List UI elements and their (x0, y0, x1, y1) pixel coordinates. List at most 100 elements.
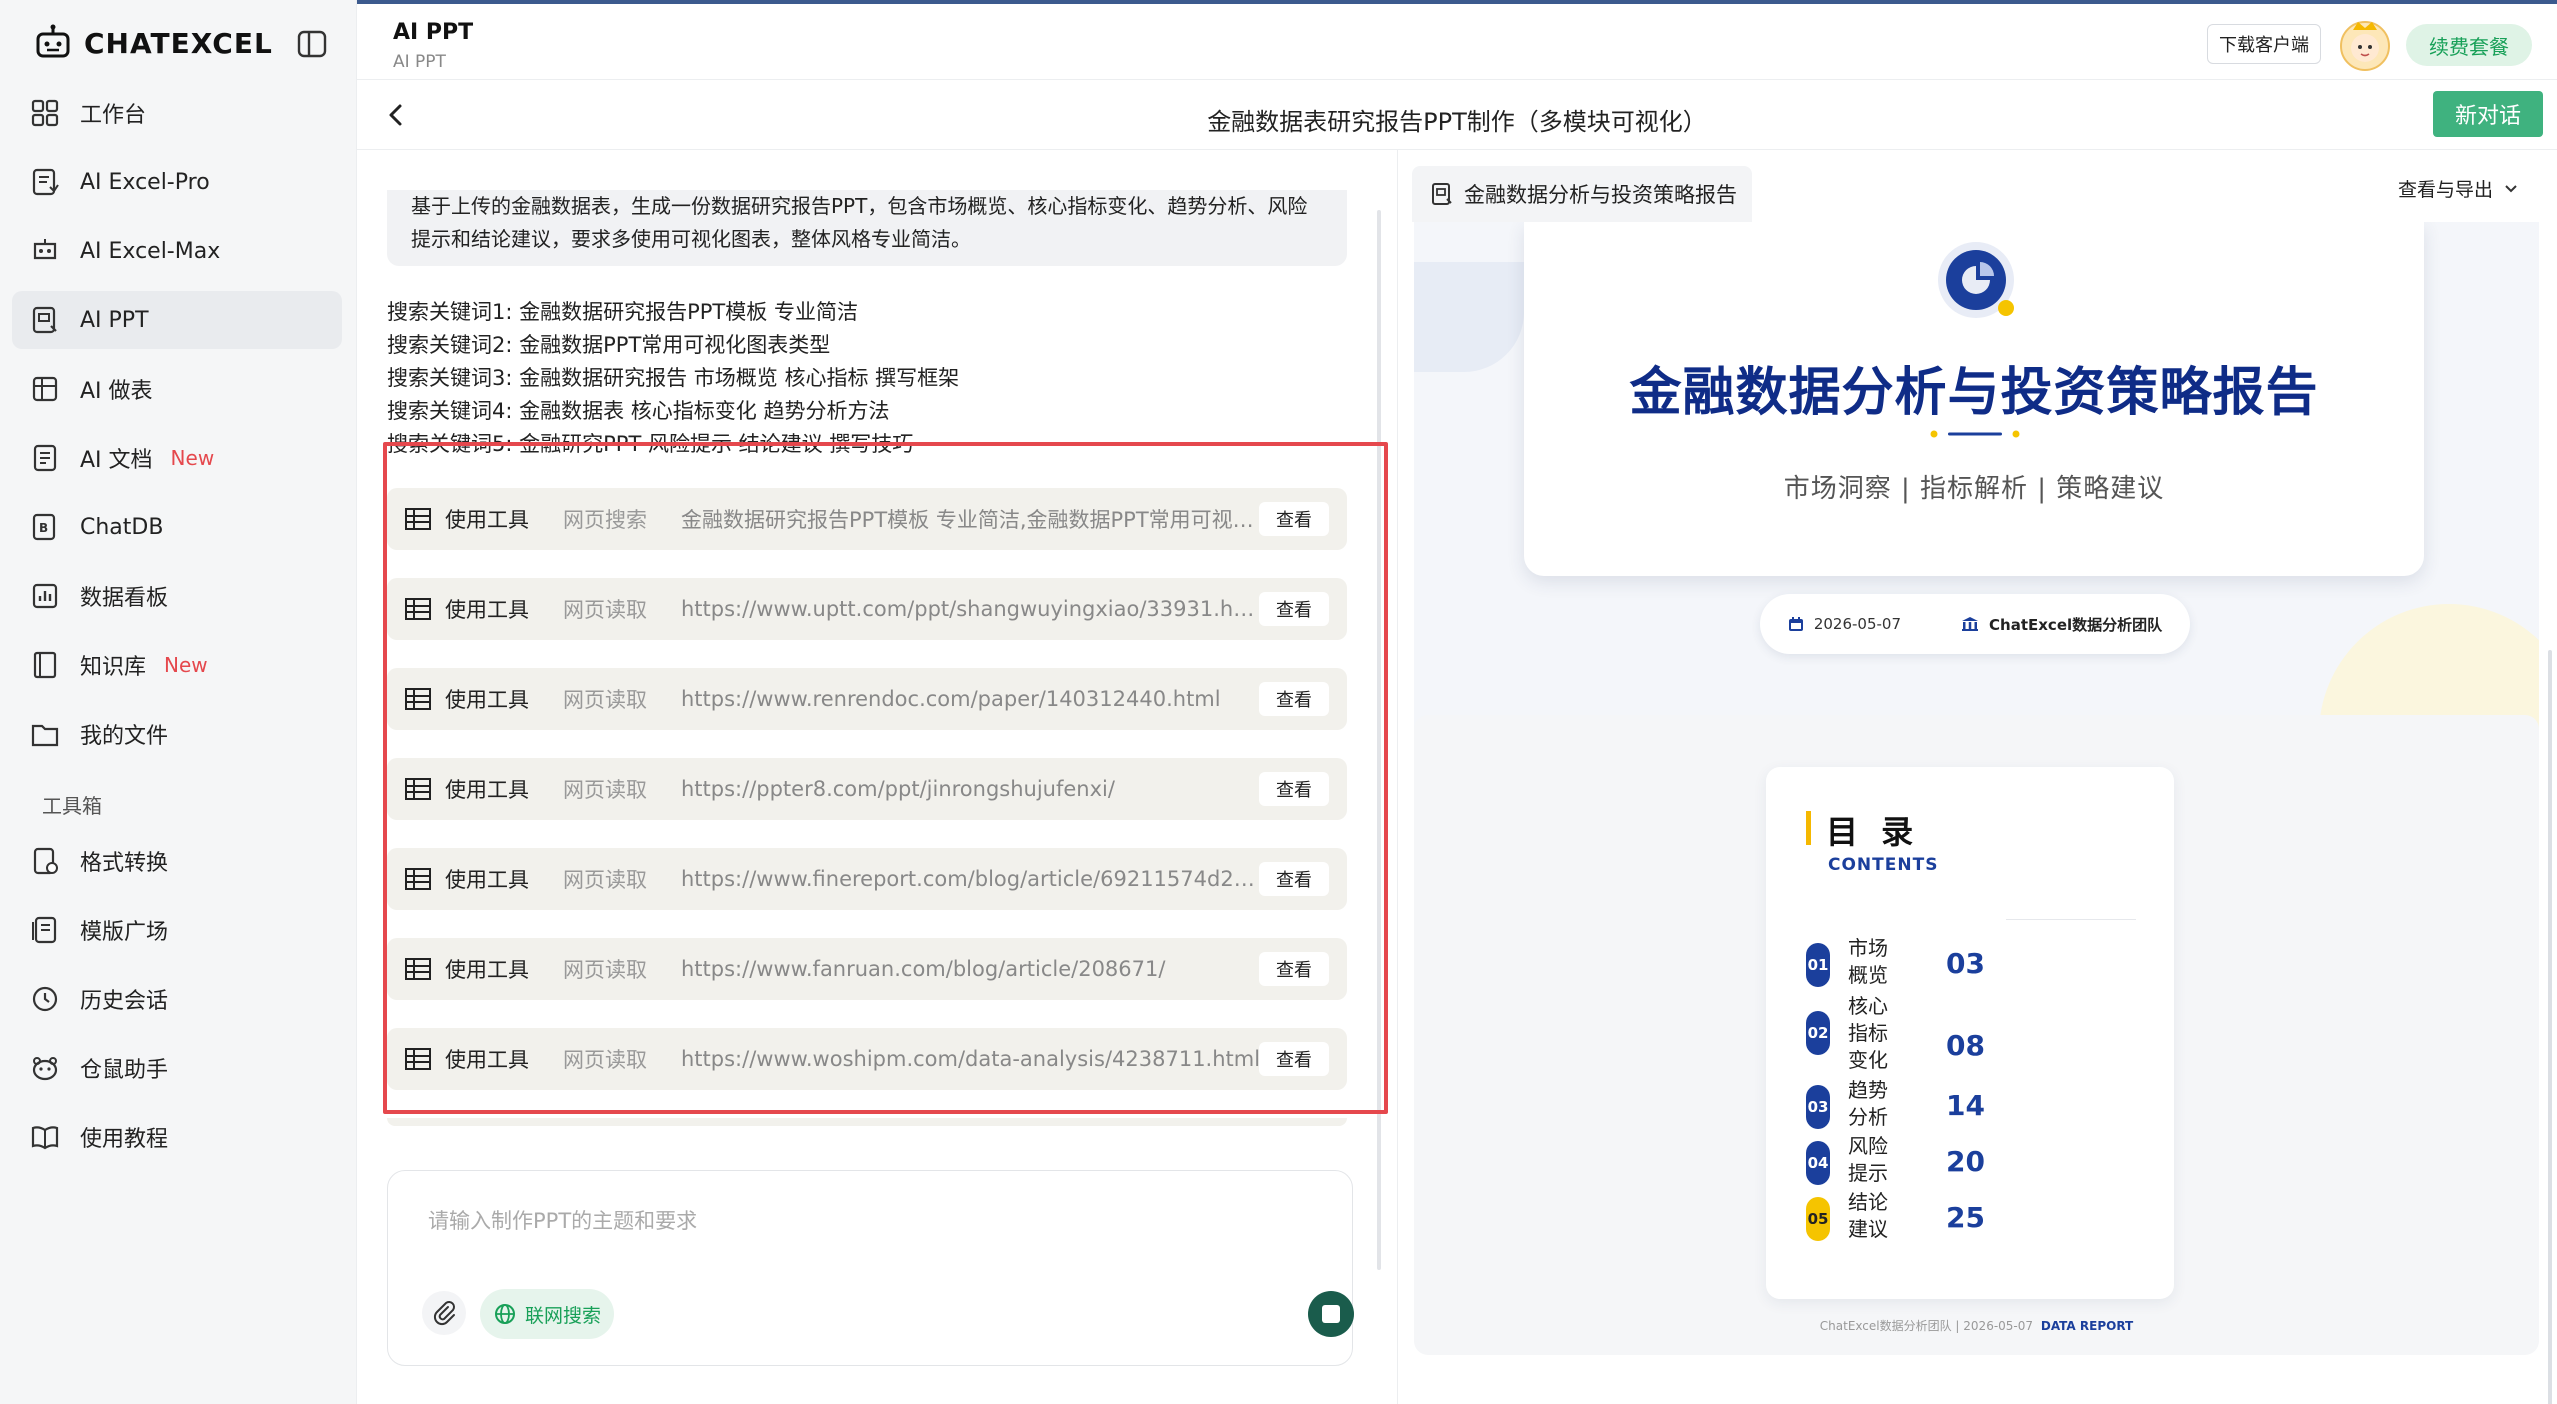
sidebar-item-templates[interactable]: 模版广场 (12, 901, 342, 959)
sidebar-item-workbench[interactable]: 工作台 (12, 84, 342, 142)
view-button[interactable]: 查看 (1259, 952, 1329, 986)
stop-icon (1322, 1305, 1340, 1323)
toc-number: 05 (1806, 1197, 1830, 1241)
toc-number: 01 (1806, 943, 1830, 987)
tool-call-row: 使用工具 网页读取 https://www.uptt.com/ppt/shang… (387, 578, 1347, 640)
view-export-dropdown[interactable]: 查看与导出 (2398, 168, 2519, 208)
chevron-down-icon (2505, 185, 2517, 193)
decor-shape (1414, 262, 1524, 372)
renew-plan-button[interactable]: 续费套餐 (2406, 24, 2532, 66)
preview-tab[interactable]: 金融数据分析与投资策略报告 (1412, 166, 1752, 222)
globe-icon (494, 1304, 515, 1324)
slide-footer-tag: DATA REPORT (2040, 1319, 2134, 1333)
toc-divider (2006, 919, 2136, 920)
chat-scrollbar[interactable] (1377, 210, 1381, 1270)
preview-panel: 金融数据分析与投资策略报告 查看与导出 金融数据分析与投资策略报告 市场洞察 |… (1398, 150, 2557, 1404)
tool-label: 使用工具 (445, 688, 529, 712)
doc-icon (33, 444, 57, 472)
toc-card: 目 录 CONTENTS 01 市场概览 03 02 核心指标变化 08 03 … (1766, 767, 2174, 1299)
cover-team: ChatExcel数据分析团队 (1961, 614, 2162, 635)
tool-call-row: 使用工具 网页搜索 金融数据研究报告PPT模板 专业简洁,金融数据PPT常用可视… (387, 488, 1347, 550)
grid-icon (31, 99, 59, 127)
avatar[interactable] (2337, 16, 2393, 72)
sidebar-item-excel-max[interactable]: AI Excel-Max (12, 222, 342, 280)
sidebar-item-label: AI Excel-Pro (80, 169, 210, 195)
tool-label: 使用工具 (445, 598, 529, 622)
sidebar-item-ai-table[interactable]: AI 做表 (12, 360, 342, 418)
tool-call-row: 使用工具 网页读取 https://www.finereport.com/blo… (387, 848, 1347, 910)
brand[interactable]: CHATEXCEL (34, 22, 273, 64)
toc-subtitle: CONTENTS (1828, 855, 1939, 875)
toc-page: 03 (1946, 947, 1985, 980)
slide-title: 金融数据分析与投资策略报告 (1629, 363, 2319, 423)
sidebar-item-tutorial[interactable]: 使用教程 (12, 1108, 342, 1166)
conversation-header: 金融数据表研究报告PPT制作（多模块可视化） 新对话 (357, 80, 2557, 150)
sidebar-item-format-convert[interactable]: 格式转换 (12, 832, 342, 890)
toc-title: 目 录 (1826, 813, 1920, 851)
attach-button[interactable] (422, 1291, 466, 1335)
new-chat-button[interactable]: 新对话 (2433, 91, 2543, 137)
tool-detail: https://ppter8.com/ppt/jinrongshujufenxi… (681, 777, 1115, 801)
sidebar-item-label: 数据看板 (80, 586, 169, 611)
tool-type: 网页读取 (563, 1048, 647, 1072)
toc-number: 04 (1806, 1141, 1830, 1185)
view-button[interactable]: 查看 (1259, 592, 1329, 626)
table-icon (405, 778, 431, 800)
sidebar-item-label: 工作台 (80, 103, 147, 128)
sidebar-item-history[interactable]: 历史会话 (12, 970, 342, 1028)
sidebar-item-label: 我的文件 (80, 724, 169, 749)
toolbox-label: 工具箱 (42, 794, 102, 818)
web-search-toggle[interactable]: 联网搜索 (480, 1289, 614, 1339)
hamster-icon (32, 1057, 58, 1081)
sidebar-item-label: 使用教程 (80, 1127, 169, 1152)
sidebar-toggle-icon[interactable] (296, 28, 328, 60)
tool-call-row: 使用工具 网页读取 https://www.woshipm.com/data-a… (387, 1028, 1347, 1090)
tool-detail: https://www.finereport.com/blog/article/… (681, 867, 1261, 891)
view-button[interactable]: 查看 (1259, 862, 1329, 896)
export-label: 查看与导出 (2398, 178, 2494, 201)
tool-label: 使用工具 (445, 1048, 529, 1072)
excel-max-icon (33, 239, 57, 260)
tool-type: 网页搜索 (563, 508, 647, 532)
view-button[interactable]: 查看 (1259, 502, 1329, 536)
view-button[interactable]: 查看 (1259, 682, 1329, 716)
view-button[interactable]: 查看 (1259, 772, 1329, 806)
toc-page: 25 (1946, 1201, 1985, 1234)
toc-page: 08 (1946, 1029, 1985, 1062)
brand-name: CHATEXCEL (84, 26, 273, 60)
new-badge: New (170, 446, 215, 470)
tool-detail: https://www.woshipm.com/data-analysis/42… (681, 1047, 1261, 1071)
dashboard-icon (32, 583, 58, 609)
sidebar-item-excel-pro[interactable]: AI Excel-Pro (12, 153, 342, 211)
toc-number: 02 (1806, 1011, 1830, 1055)
slide-contents[interactable]: 目 录 CONTENTS 01 市场概览 03 02 核心指标变化 08 03 … (1414, 715, 2539, 1355)
view-button[interactable]: 查看 (1259, 1042, 1329, 1076)
preview-scrollbar[interactable] (2548, 650, 2552, 1404)
calendar-icon (1788, 617, 1803, 631)
sidebar-item-ai-doc[interactable]: AI 文档 New (12, 429, 342, 487)
sidebar-item-dashboard[interactable]: 数据看板 (12, 567, 342, 625)
sidebar-item-hamster-assistant[interactable]: 仓鼠助手 (12, 1039, 342, 1097)
folder-icon (31, 724, 59, 747)
prompt-input[interactable] (428, 1201, 1308, 1241)
chat-panel: 基于上传的金融数据表，生成一份数据研究报告PPT，包含市场概览、核心指标变化、趋… (357, 150, 1397, 1404)
sidebar-item-my-files[interactable]: 我的文件 (12, 705, 342, 763)
sidebar-item-label: 知识库 (80, 655, 147, 680)
table-icon (405, 868, 431, 890)
search-keyword: 搜索关键词1: 金融数据研究报告PPT模板 专业简洁 (387, 300, 858, 324)
sidebar-item-ai-ppt[interactable]: AI PPT (12, 291, 342, 349)
sidebar-item-knowledge-base[interactable]: 知识库 New (12, 636, 342, 694)
ppt-icon (1432, 183, 1452, 205)
toc-accent-bar (1806, 811, 1811, 845)
tool-detail: https://www.uptt.com/ppt/shangwuyingxiao… (681, 597, 1261, 621)
tool-type: 网页读取 (563, 778, 647, 802)
db-icon: B (32, 513, 56, 541)
download-client-button[interactable]: 下载客户端 (2207, 24, 2321, 64)
stop-generating-button[interactable] (1308, 1291, 1354, 1337)
toc-label: 市场概览 (1848, 936, 1888, 987)
paperclip-icon (433, 1301, 455, 1326)
tool-type: 网页读取 (563, 868, 647, 892)
sidebar-item-chatdb[interactable]: B ChatDB (12, 498, 342, 556)
toc-page: 20 (1946, 1145, 1985, 1178)
pie-chart-icon (1938, 242, 2014, 318)
